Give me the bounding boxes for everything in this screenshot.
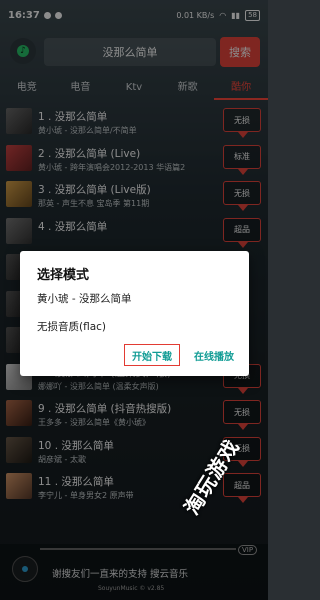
dialog-quality: 无损音质(flac) — [37, 321, 107, 333]
dialog-song: 黄小琥 - 没那么简单 — [37, 293, 132, 305]
app-screen: 16:37 0.01 KB/s ◠ ▮▮ 58 ♪ 没那么简单 搜索 电竞 电音… — [0, 0, 268, 600]
mode-dialog: 选择模式 黄小琥 - 没那么简单 无损音质(flac) 开始下载 在线播放 — [20, 251, 249, 376]
play-online-button[interactable]: 在线播放 — [185, 344, 243, 366]
dialog-title: 选择模式 — [37, 268, 90, 283]
start-download-button[interactable]: 开始下载 — [124, 344, 180, 366]
